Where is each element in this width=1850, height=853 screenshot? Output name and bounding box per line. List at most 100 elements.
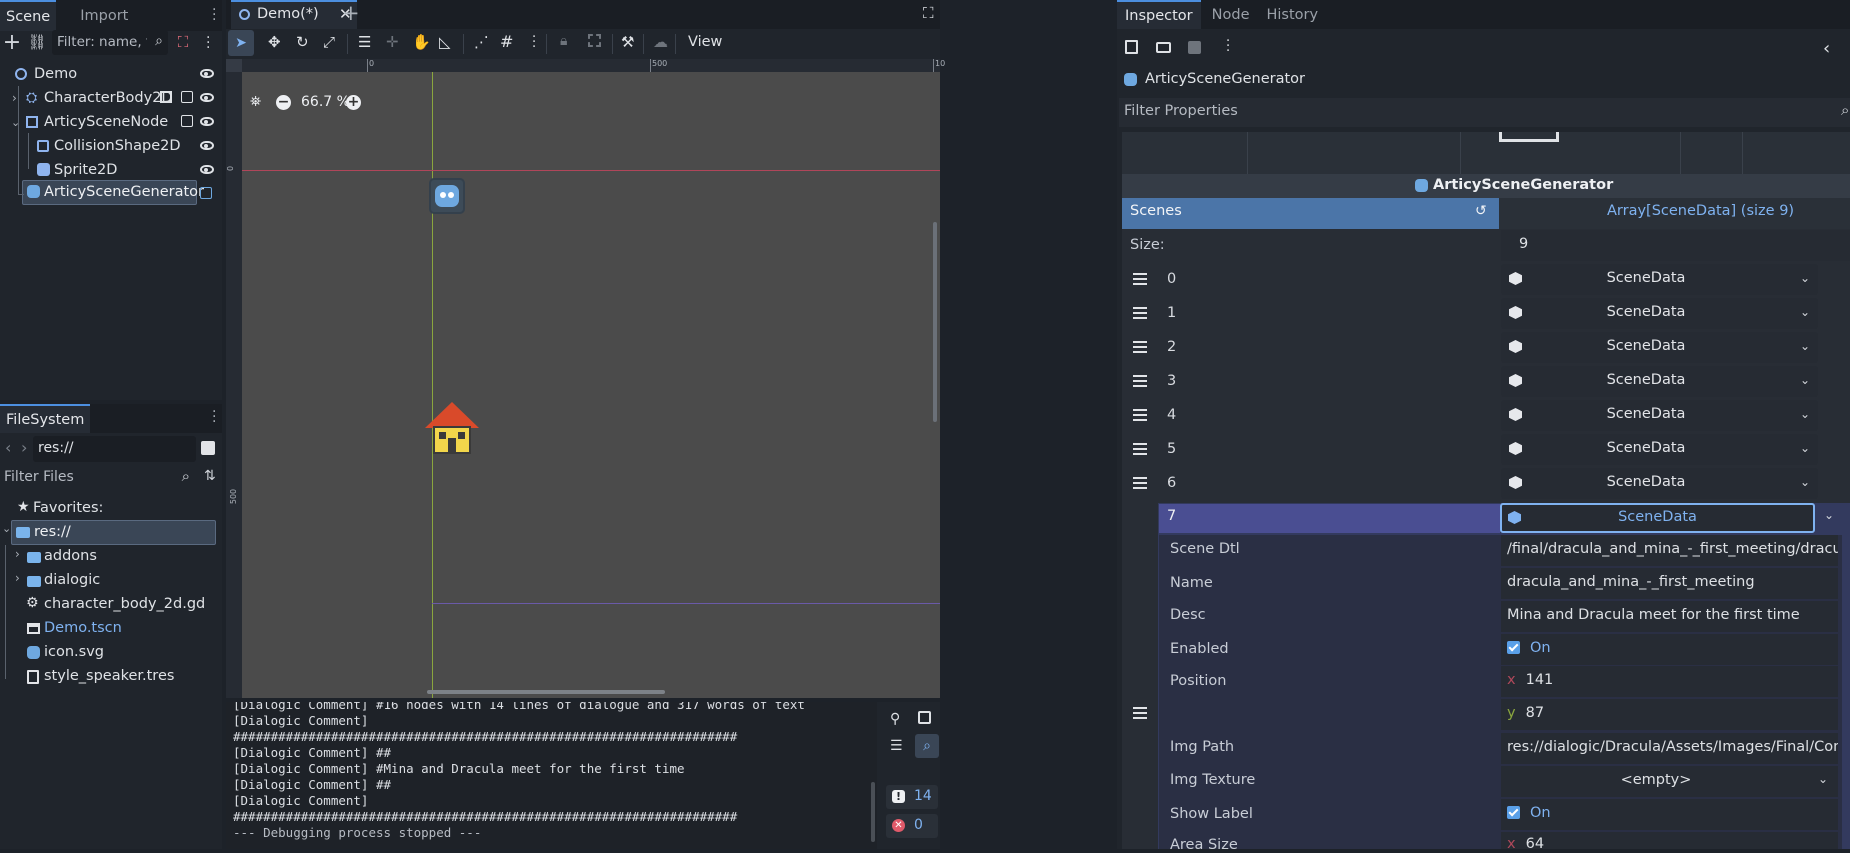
scenes-property-label[interactable]: Scenes ↺ <box>1122 198 1499 229</box>
img-texture-field[interactable]: <empty> ⌄ <box>1501 766 1838 797</box>
element-1-value[interactable]: SceneData ⌄ <box>1501 298 1818 329</box>
show-label-checkbox[interactable]: On <box>1501 799 1838 830</box>
name-field[interactable]: dracula_and_mina_-_first_meeting <box>1501 568 1838 599</box>
chevron-down-icon[interactable]: ⌄ <box>1800 305 1810 319</box>
scene-filter-input[interactable]: Filter: name, t:t ⌕ <box>52 30 168 55</box>
clear-output-icon[interactable]: ⚲ <box>890 711 900 727</box>
scale-tool-icon[interactable]: ⤢ <box>323 33 335 51</box>
select-tool-icon[interactable]: ➤ <box>228 30 254 56</box>
scene-dtl-field[interactable]: /final/dracula_and_mina_-_first_meeting/… <box>1501 535 1838 566</box>
element-3-value[interactable]: SceneData ⌄ <box>1501 366 1818 397</box>
tab-filesystem[interactable]: FileSystem <box>0 404 91 433</box>
snap-options-icon[interactable]: · · · <box>532 31 536 54</box>
horizontal-scrollbar[interactable] <box>427 690 665 694</box>
scenes-array-button[interactable]: Array[SceneData] (size 9) <box>1499 198 1850 229</box>
enabled-checkbox[interactable]: On <box>1501 634 1838 665</box>
fs-item-style-speaker[interactable]: style_speaker.tres <box>0 665 220 689</box>
section-header[interactable]: ArticySceneGenerator <box>1122 174 1850 198</box>
chevron-down-icon[interactable]: ⌄ <box>1824 508 1834 522</box>
lock-icon[interactable]: 🔒︎ <box>560 33 567 49</box>
drag-handle-icon[interactable] <box>1133 273 1147 285</box>
position-y-field[interactable]: y 87 <box>1501 699 1838 730</box>
visibility-icon[interactable] <box>200 117 214 126</box>
dock-menu-icon[interactable]: · · · <box>212 405 216 429</box>
move-tool-icon[interactable]: ✥ <box>268 33 281 51</box>
element-0-value[interactable]: SceneData ⌄ <box>1501 264 1818 295</box>
fs-item-demo-tscn[interactable]: Demo.tscn <box>0 617 220 641</box>
img-path-field[interactable]: res://dialogic/Dracula/Assets/Images/Fin… <box>1501 733 1838 764</box>
copy-output-icon[interactable] <box>918 711 931 724</box>
element-7-header[interactable]: 7 <box>1159 504 1500 533</box>
element-4-value[interactable]: SceneData ⌄ <box>1501 400 1818 431</box>
script-icon[interactable] <box>181 91 193 103</box>
tree-item-articyscenegenerator[interactable]: ArticySceneGenerator <box>22 180 204 205</box>
element-6-value[interactable]: SceneData ⌄ <box>1501 468 1818 499</box>
favorites-item[interactable]: ★ Favorites: <box>0 497 220 521</box>
smart-snap-icon[interactable]: ⋰ <box>474 33 489 51</box>
group-icon[interactable] <box>160 91 172 103</box>
history-back-icon[interactable]: ‹ <box>1823 38 1830 59</box>
canvas-viewport[interactable]: ⛯ − 66.7 % + <box>242 72 940 698</box>
scene-tree-menu-icon[interactable]: · · · <box>206 31 210 55</box>
chevron-down-icon[interactable]: ⌄ <box>1800 475 1810 489</box>
drag-handle-icon[interactable] <box>1133 477 1147 489</box>
size-field[interactable]: 9 <box>1501 230 1850 261</box>
chevron-down-icon[interactable]: ⌄ <box>1800 373 1810 387</box>
revert-icon[interactable]: ↺ <box>1475 203 1487 219</box>
chevron-right-icon[interactable]: › <box>15 571 20 585</box>
path-field[interactable]: res:// <box>33 436 196 462</box>
fs-item-icon-svg[interactable]: icon.svg <box>0 641 220 665</box>
visibility-icon[interactable] <box>200 165 214 174</box>
back-icon[interactable]: ‹ <box>5 438 11 457</box>
script-icon[interactable] <box>181 115 193 127</box>
vertical-scrollbar[interactable] <box>933 222 937 422</box>
distraction-free-icon[interactable]: ⛶ <box>923 4 934 22</box>
visibility-icon[interactable] <box>200 69 214 78</box>
script-icon[interactable] <box>200 187 212 199</box>
bone-icon[interactable]: ⚒ <box>621 33 634 51</box>
open-folder-icon[interactable] <box>1156 42 1171 53</box>
drag-handle-icon[interactable] <box>1133 409 1147 421</box>
inspector-object-bar[interactable]: ArticySceneGenerator <box>1117 66 1850 96</box>
chevron-down-icon[interactable]: ⌄ <box>1800 441 1810 455</box>
chevron-down-icon[interactable]: ⌄ <box>2 522 11 535</box>
character-sprite[interactable] <box>429 178 465 214</box>
drag-handle-icon[interactable] <box>1133 443 1147 455</box>
link-icon[interactable]: ⛓ <box>24 29 50 55</box>
warnings-toggle[interactable]: ! 14 <box>886 785 938 809</box>
filter-output-icon[interactable]: ⌕ <box>915 734 939 758</box>
tab-inspector[interactable]: Inspector <box>1117 0 1201 29</box>
element-5-value[interactable]: SceneData ⌄ <box>1501 434 1818 465</box>
desc-field[interactable]: Mina and Dracula meet for the first time <box>1501 601 1838 632</box>
area-size-x-field[interactable]: x 64 <box>1501 832 1838 849</box>
new-tab-icon[interactable]: + <box>342 1 360 25</box>
tab-demo[interactable]: Demo(*) ✕ <box>231 0 357 29</box>
pivot-tool-icon[interactable]: ✛ <box>386 33 399 51</box>
fs-item-root[interactable]: ⌄ res:// <box>2 520 216 545</box>
drag-handle-icon[interactable] <box>1133 707 1147 719</box>
tab-node[interactable]: Node <box>1201 0 1261 29</box>
tab-history[interactable]: History <box>1260 0 1324 29</box>
inspector-menu-icon[interactable]: · · · <box>1226 35 1230 58</box>
fs-item-addons[interactable]: › addons <box>0 545 220 569</box>
center-view-icon[interactable]: ⛯ <box>250 94 261 110</box>
file-filter-input[interactable]: Filter Files ⌕ <box>0 465 196 491</box>
fs-item-dialogic[interactable]: › dialogic <box>0 569 220 593</box>
output-scrollbar[interactable] <box>871 782 875 842</box>
zoom-in-icon[interactable]: + <box>346 95 361 110</box>
element-2-value[interactable]: SceneData ⌄ <box>1501 332 1818 363</box>
ruler-tool-icon[interactable]: ◺ <box>439 33 451 51</box>
visibility-icon[interactable] <box>200 93 214 102</box>
errors-toggle[interactable]: ✕ 0 <box>886 814 938 838</box>
chevron-down-icon[interactable]: ⌄ <box>1818 772 1828 786</box>
fs-item-character-body[interactable]: ⚙ character_body_2d.gd <box>0 593 220 617</box>
house-icon[interactable] <box>425 402 479 458</box>
script-filter-icon[interactable]: ⛶ <box>170 29 196 55</box>
add-node-icon[interactable]: + <box>0 29 25 55</box>
dock-menu-icon[interactable]: · · · <box>212 3 216 27</box>
drag-handle-icon[interactable] <box>1133 341 1147 353</box>
collapse-output-icon[interactable]: ☰ <box>890 738 903 754</box>
particles-icon[interactable]: ☁ <box>653 33 668 51</box>
grid-snap-icon[interactable]: # <box>500 32 513 51</box>
chevron-down-icon[interactable]: ⌄ <box>1800 271 1810 285</box>
